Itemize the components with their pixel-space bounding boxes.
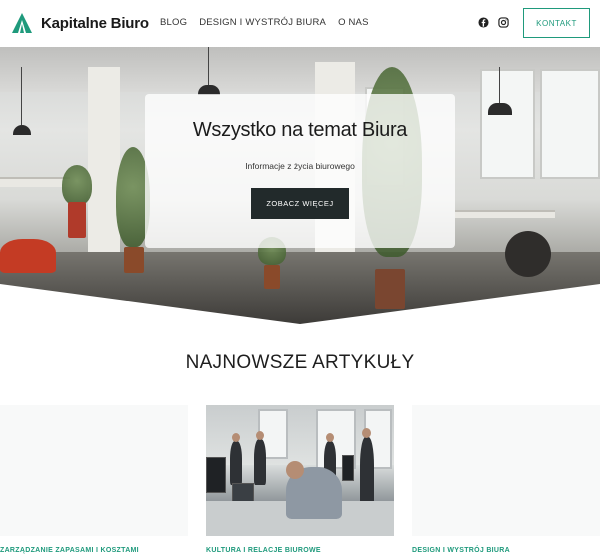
article-card[interactable]: KULTURA I RELACJE BIUROWE <box>206 405 394 560</box>
article-thumbnail[interactable] <box>206 405 394 536</box>
brand-name: Kapitalne Biuro <box>41 14 149 32</box>
facebook-icon[interactable] <box>478 17 489 28</box>
nav-item-about[interactable]: O NAS <box>338 17 369 28</box>
hero-section: Wszystko na temat Biura Informacje z życ… <box>0 47 600 324</box>
hero-card: Wszystko na temat Biura Informacje z życ… <box>145 94 455 248</box>
logo-mark-icon <box>12 13 32 33</box>
article-thumbnail[interactable] <box>412 405 600 536</box>
site-header: Kapitalne Biuro BLOG DESIGN I WYSTRÓJ BI… <box>0 0 600 47</box>
nav-item-design[interactable]: DESIGN I WYSTRÓJ BIURA <box>199 17 326 28</box>
hero-title: Wszystko na temat Biura <box>192 119 408 141</box>
nav-item-blog[interactable]: BLOG <box>160 17 187 28</box>
see-more-button[interactable]: ZOBACZ WIĘCEJ <box>251 188 349 219</box>
main-nav: BLOG DESIGN I WYSTRÓJ BIURA O NAS <box>160 17 369 28</box>
article-card[interactable]: ZARZĄDZANIE ZAPASAMI I KOSZTAMI <box>0 405 188 560</box>
office-meeting-photo <box>206 405 394 536</box>
instagram-icon[interactable] <box>498 17 509 28</box>
article-category[interactable]: ZARZĄDZANIE ZAPASAMI I KOSZTAMI <box>0 547 139 554</box>
contact-button[interactable]: KONTAKT <box>523 8 590 38</box>
hero-subtitle: Informacje z życia biurowego <box>245 161 355 171</box>
page: Kapitalne Biuro BLOG DESIGN I WYSTRÓJ BI… <box>0 0 600 560</box>
article-card[interactable]: DESIGN I WYSTRÓJ BIURA <box>412 405 600 560</box>
article-category[interactable]: DESIGN I WYSTRÓJ BIURA <box>412 547 510 554</box>
latest-articles-title: NAJNOWSZE ARTYKUŁY <box>185 352 415 373</box>
brand-logo[interactable]: Kapitalne Biuro <box>11 12 149 34</box>
article-category[interactable]: KULTURA I RELACJE BIUROWE <box>206 547 321 554</box>
social-links <box>478 17 509 28</box>
article-thumbnail[interactable] <box>0 405 188 536</box>
